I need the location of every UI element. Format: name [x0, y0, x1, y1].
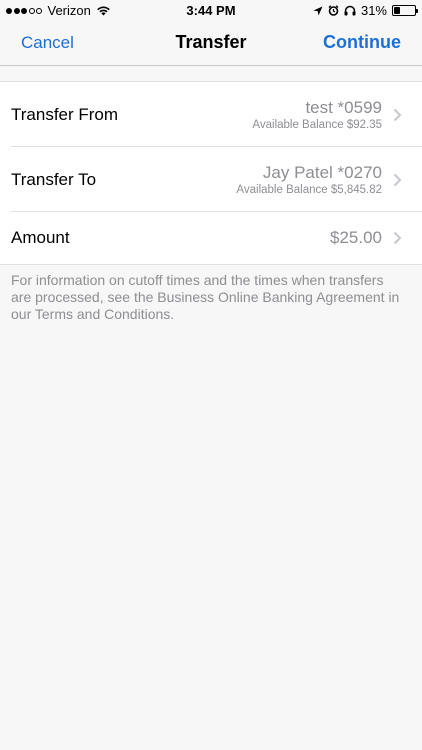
amount-value: $25.00: [330, 228, 382, 247]
amount-row[interactable]: Amount $25.00: [0, 212, 422, 264]
headphones-icon: [344, 5, 356, 16]
navigation-bar: Cancel Transfer Continue: [0, 22, 422, 66]
transfer-from-label: Transfer From: [11, 104, 119, 124]
status-bar: Verizon 3:44 PM 31%: [0, 0, 422, 22]
transfer-to-balance: Available Balance $5,845.82: [236, 184, 382, 196]
amount-label: Amount: [11, 228, 70, 247]
status-right: 31%: [308, 3, 418, 18]
transfer-form-list: Transfer From test *0599 Available Balan…: [0, 81, 422, 265]
chevron-right-icon: [393, 173, 402, 187]
continue-button[interactable]: Continue: [323, 32, 401, 53]
terms-info-text: For information on cutoff times and the …: [11, 272, 400, 322]
alarm-icon: [328, 5, 339, 16]
transfer-from-value: test *0599 Available Balance $92.35: [252, 98, 382, 131]
chevron-right-icon: [393, 108, 402, 122]
battery-percent: 31%: [360, 3, 387, 18]
transfer-from-balance: Available Balance $92.35: [252, 119, 382, 131]
transfer-to-row[interactable]: Transfer To Jay Patel *0270 Available Ba…: [0, 147, 422, 212]
transfer-from-row[interactable]: Transfer From test *0599 Available Balan…: [0, 82, 422, 147]
chevron-right-icon: [393, 231, 402, 245]
location-arrow-icon: [313, 6, 323, 16]
transfer-to-value: Jay Patel *0270 Available Balance $5,845…: [236, 163, 382, 196]
battery-icon: [392, 5, 418, 16]
amount-value-wrap: $25.00: [330, 228, 382, 248]
transfer-to-account: Jay Patel *0270: [262, 163, 382, 182]
transfer-from-account: test *0599: [305, 98, 382, 117]
transfer-to-label: Transfer To: [11, 169, 97, 189]
